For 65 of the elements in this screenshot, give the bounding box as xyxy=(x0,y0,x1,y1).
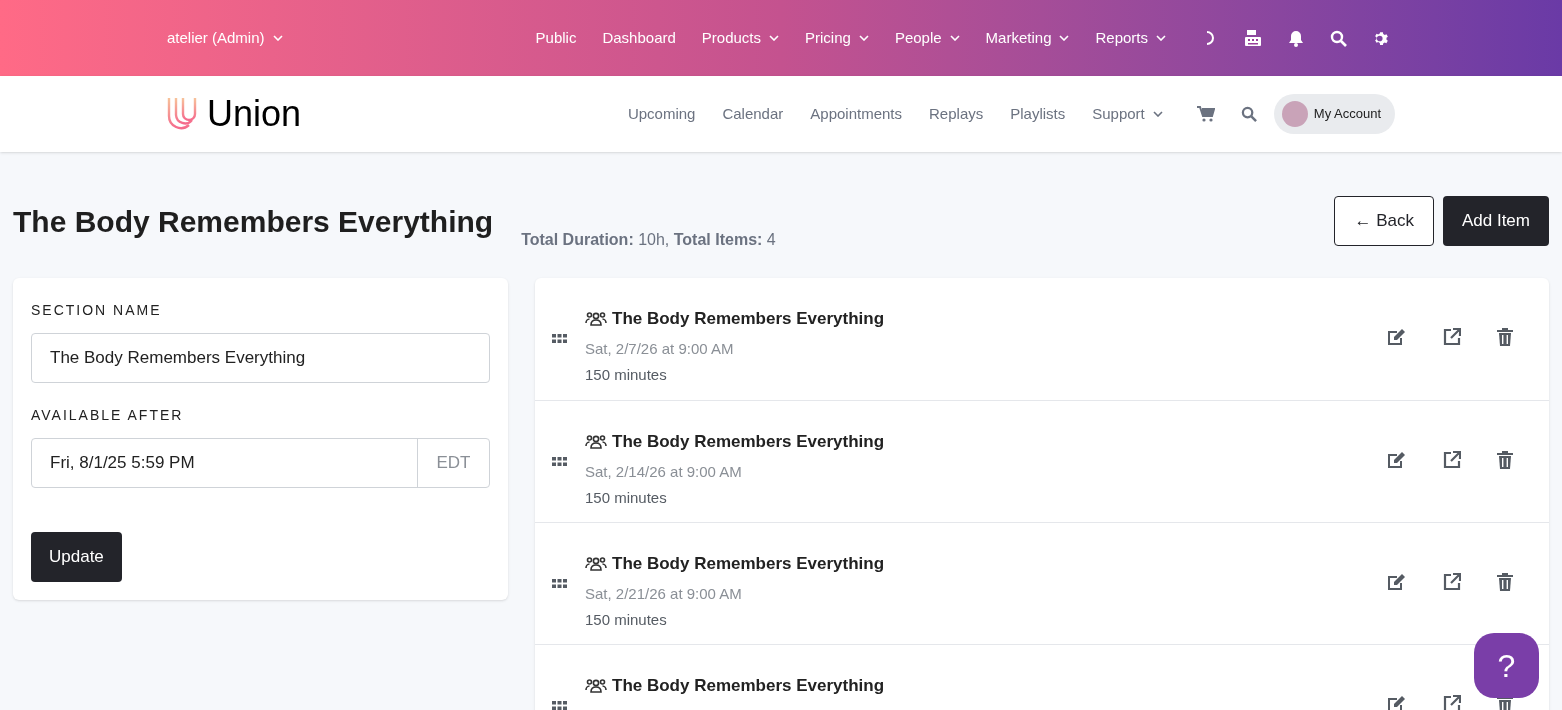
trash-icon[interactable] xyxy=(1497,573,1513,591)
site-nav-link[interactable]: Upcoming xyxy=(627,102,696,126)
trash-icon[interactable] xyxy=(1497,451,1513,469)
page-title: The Body Remembers Everything xyxy=(13,203,494,240)
my-account-button[interactable]: My Account xyxy=(1273,94,1395,134)
edit-icon[interactable] xyxy=(1387,328,1407,346)
site-nav-link[interactable]: Replays xyxy=(929,102,984,126)
item-duration: 150 minutes xyxy=(585,610,668,630)
top-nav-link[interactable]: Dashboard xyxy=(602,26,676,50)
external-link-icon[interactable] xyxy=(1443,573,1461,591)
cart-icon[interactable] xyxy=(1196,106,1215,122)
group-icon xyxy=(585,433,607,450)
drag-handle-icon[interactable] xyxy=(552,334,567,343)
item-title[interactable]: The Body Remembers Everything xyxy=(612,306,885,332)
site-nav-link[interactable]: Calendar xyxy=(722,102,784,126)
item-duration: 150 minutes xyxy=(585,488,668,508)
account-menu[interactable]: atelier (Admin) xyxy=(167,26,283,50)
group-icon xyxy=(585,677,607,694)
drag-handle-icon[interactable] xyxy=(552,457,567,466)
external-link-icon[interactable] xyxy=(1443,695,1461,710)
external-link-icon[interactable] xyxy=(1443,328,1461,346)
edit-icon[interactable] xyxy=(1387,695,1407,710)
search-icon[interactable] xyxy=(1240,106,1257,122)
field-label: SECTION NAME xyxy=(31,301,163,320)
text-field[interactable]: The Body Remembers Everything xyxy=(31,333,490,383)
group-icon xyxy=(585,310,607,327)
settings-icon[interactable] xyxy=(1373,29,1390,47)
caret-icon xyxy=(272,35,283,41)
top-nav-link[interactable]: Pricing xyxy=(805,26,869,50)
top-nav-link[interactable]: Reports xyxy=(1095,26,1166,50)
cash-register-icon[interactable] xyxy=(1244,29,1262,47)
edit-icon[interactable] xyxy=(1387,451,1407,469)
site-nav-link[interactable]: Playlists xyxy=(1010,102,1066,126)
item-date: Sat, 2/21/26 at 9:00 AM xyxy=(585,583,743,604)
update-button[interactable]: Update xyxy=(31,532,122,582)
bell-icon[interactable] xyxy=(1288,29,1304,47)
top-nav-link[interactable]: Marketing xyxy=(985,26,1070,50)
back-button[interactable]: ← Back xyxy=(1334,196,1434,246)
item-title[interactable]: The Body Remembers Everything xyxy=(612,429,885,455)
drag-handle-icon[interactable] xyxy=(552,579,567,588)
top-nav-link[interactable]: Public xyxy=(535,26,577,50)
external-link-icon[interactable] xyxy=(1443,451,1461,469)
item-date: Sat, 2/14/26 at 9:00 AM xyxy=(585,461,743,482)
edit-icon[interactable] xyxy=(1387,573,1407,591)
help-button[interactable]: ? xyxy=(1474,633,1539,698)
top-nav-link[interactable]: People xyxy=(894,26,960,50)
date-input[interactable]: Fri, 8/1/25 5:59 PM xyxy=(32,439,417,487)
site-nav-link[interactable]: Appointments xyxy=(810,102,903,126)
item-date: Sat, 2/7/26 at 9:00 AM xyxy=(585,338,735,359)
item-title[interactable]: The Body Remembers Everything xyxy=(612,551,885,577)
drag-handle-icon[interactable] xyxy=(552,701,567,710)
brand-name[interactable]: Union xyxy=(207,87,302,141)
field-label: AVAILABLE AFTER xyxy=(31,406,185,425)
top-nav-link[interactable]: Products xyxy=(701,26,780,50)
group-icon xyxy=(585,555,607,572)
avatar-icon xyxy=(1281,101,1308,127)
item-title[interactable]: The Body Remembers Everything xyxy=(612,673,885,699)
playlist-summary: Total Duration: 10h, Total Items: 4 xyxy=(521,230,776,250)
date-time-field[interactable]: Fri, 8/1/25 5:59 PM EDT xyxy=(31,438,490,488)
trash-icon[interactable] xyxy=(1497,328,1513,346)
timezone-label: EDT xyxy=(417,439,489,487)
add-item-button[interactable]: Add Item xyxy=(1442,196,1549,246)
search-icon[interactable] xyxy=(1330,29,1347,47)
item-duration: 150 minutes xyxy=(585,365,668,385)
site-nav-link[interactable]: Support xyxy=(1092,102,1163,126)
